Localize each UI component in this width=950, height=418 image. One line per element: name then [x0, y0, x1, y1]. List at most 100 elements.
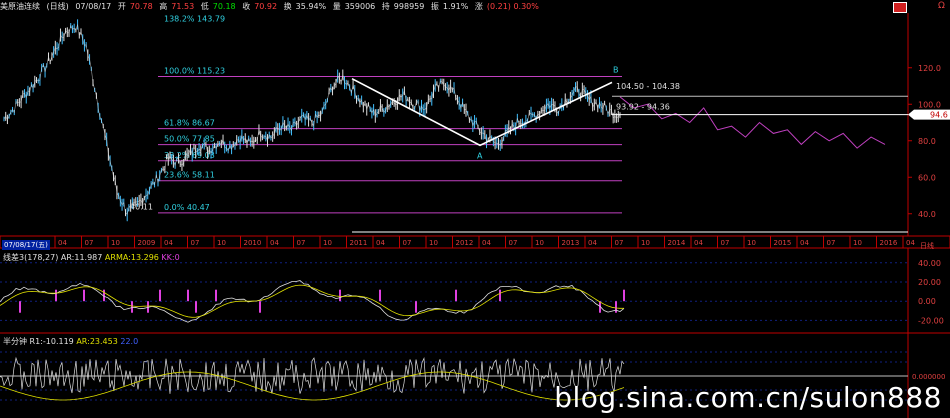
arma-label: ARMA: — [104, 253, 131, 262]
y-tick-label: 80.0 — [918, 137, 936, 146]
close-label: 收 — [242, 2, 251, 11]
low-label: 低 — [200, 2, 209, 11]
close-value: 70.92 — [254, 2, 278, 11]
y-tick-label: 40.00 — [918, 259, 941, 268]
y-tick-label: -20.00 — [918, 316, 944, 325]
high-label: 高 — [159, 2, 168, 11]
amp-value: 1.91% — [442, 2, 469, 11]
x-tick-label: 07 — [827, 239, 836, 247]
volume-value: 359006 — [344, 2, 376, 11]
x-tick-label: 07 — [297, 239, 306, 247]
amp-label: 振 — [430, 2, 439, 11]
kk-label: KK: — [161, 253, 175, 262]
ar-label: AR: — [60, 253, 75, 262]
chart-canvas[interactable]: 120.0100.080.060.040.0138.2% 143.79100.0… — [0, 0, 950, 418]
flag-icon[interactable] — [893, 2, 907, 13]
panel2-legend: 线差3(178,27) AR:11.987 ARMA:13.296 KK:0 — [3, 252, 180, 263]
x-tick-label: 2015 — [774, 239, 792, 247]
r1-label: R1: — [29, 337, 43, 346]
x-tick-label: 2010 — [244, 239, 262, 247]
x-tick-label: 04 — [376, 239, 385, 247]
open-label: 开 — [117, 2, 126, 11]
close-icon[interactable]: Ω — [938, 1, 945, 11]
quote-date: 07/08/17 — [75, 2, 112, 11]
x-tick-label: 10 — [429, 239, 438, 247]
price-tag-label: 94.6 — [930, 111, 948, 120]
x-tick-label: 2009 — [138, 239, 156, 247]
axis-unit-label: 日线 — [920, 242, 934, 250]
high-value: 71.53 — [171, 2, 195, 11]
x-tick-label: 10 — [111, 239, 120, 247]
fib-label: 50.0% 77.85 — [164, 135, 215, 144]
period-label: (日线) — [46, 2, 69, 11]
y-tick-label: 120.0 — [918, 64, 941, 73]
range1-label: 104.50 - 104.38 — [616, 82, 680, 91]
y-tick-label: 0.000000 — [912, 373, 945, 381]
ar3-value: 23.453 — [89, 337, 118, 346]
x-tick-label: 04 — [800, 239, 809, 247]
chg-label: 涨 — [474, 2, 483, 11]
x-tick-label: 2016 — [880, 239, 898, 247]
x-tick-label: 10 — [535, 239, 544, 247]
x-tick-label: 10 — [747, 239, 756, 247]
x-tick-label: 10 — [323, 239, 332, 247]
x-tick-label: 04 — [482, 239, 491, 247]
arma-value: 13.296 — [130, 253, 159, 262]
low-value: 70.18 — [212, 2, 236, 11]
x-tick-label: 04 — [906, 239, 915, 247]
kk-value: 0 — [174, 253, 180, 262]
panel2-title: 线差3(178,27) — [3, 253, 59, 262]
x-tick-label: 07 — [509, 239, 518, 247]
y-tick-label: 40.0 — [918, 210, 936, 219]
open-value: 70.78 — [129, 2, 153, 11]
y-tick-label: 100.0 — [918, 100, 941, 109]
fib-label: 100.0% 115.23 — [164, 66, 225, 75]
turnover-value: 35.94% — [295, 2, 327, 11]
chg-value: (0.21) 0.30% — [486, 2, 539, 11]
x-tick-label: 07 — [615, 239, 624, 247]
turnover-label: 换 — [283, 2, 292, 11]
fib-label: 23.6% 58.11 — [164, 171, 215, 180]
x-tick-label: 04 — [588, 239, 597, 247]
x-tick-label: 04 — [58, 239, 67, 247]
x-tick-label: 2013 — [562, 239, 580, 247]
quote-header: 美原油连续 (日线) 07/08/17 开 70.78 高 71.53 低 70.18… — [0, 0, 940, 13]
oi-value: 998959 — [393, 2, 425, 11]
x-tick-label: 2011 — [350, 239, 368, 247]
x-tick-label: 04 — [694, 239, 703, 247]
low-price-label: 40.11 — [130, 203, 153, 212]
x-tick-label: 2014 — [668, 239, 686, 247]
ar3-label: AR: — [76, 337, 90, 346]
fib-label: 138.2% 143.79 — [164, 14, 225, 23]
date-marker: 07/08/17(五) — [2, 240, 50, 250]
y-tick-label: 20.00 — [918, 278, 941, 287]
instrument-name: 美原油连续 — [0, 2, 40, 11]
volume-label: 量 — [332, 2, 341, 11]
watermark: blog.sina.com.cn/sulon888 — [554, 381, 942, 414]
panel3-legend: 半分钟 R1:-10.119 AR:23.453 22.0 — [3, 336, 138, 347]
x-tick-label: 07 — [191, 239, 200, 247]
y-tick-label: 0.00 — [918, 297, 936, 306]
x-tick-label: 10 — [853, 239, 862, 247]
x-tick-label: 10 — [641, 239, 650, 247]
r1-value: -10.119 — [42, 337, 74, 346]
fib-label: 61.8% 86.67 — [164, 119, 215, 128]
x-tick-label: 2012 — [456, 239, 474, 247]
x-tick-label: 07 — [85, 239, 94, 247]
fib-label: 0.0% 40.47 — [164, 203, 210, 212]
x-tick-label: 04 — [270, 239, 279, 247]
third-value: 22.0 — [120, 337, 139, 346]
x-tick-label: 07 — [721, 239, 730, 247]
range2-label: 93.92 - 94.36 — [616, 103, 670, 112]
price-line — [3, 24, 621, 216]
panel3-title: 半分钟 — [3, 337, 27, 346]
y-tick-label: 60.0 — [918, 173, 936, 182]
x-tick-label: 07 — [403, 239, 412, 247]
oi-label: 持 — [381, 2, 390, 11]
ar-value: 11.987 — [74, 253, 103, 262]
point-a-label: A — [477, 151, 483, 160]
x-tick-label: 04 — [164, 239, 173, 247]
point-b-label: B — [613, 65, 619, 74]
x-tick-label: 10 — [217, 239, 226, 247]
wave-line — [351, 77, 613, 147]
